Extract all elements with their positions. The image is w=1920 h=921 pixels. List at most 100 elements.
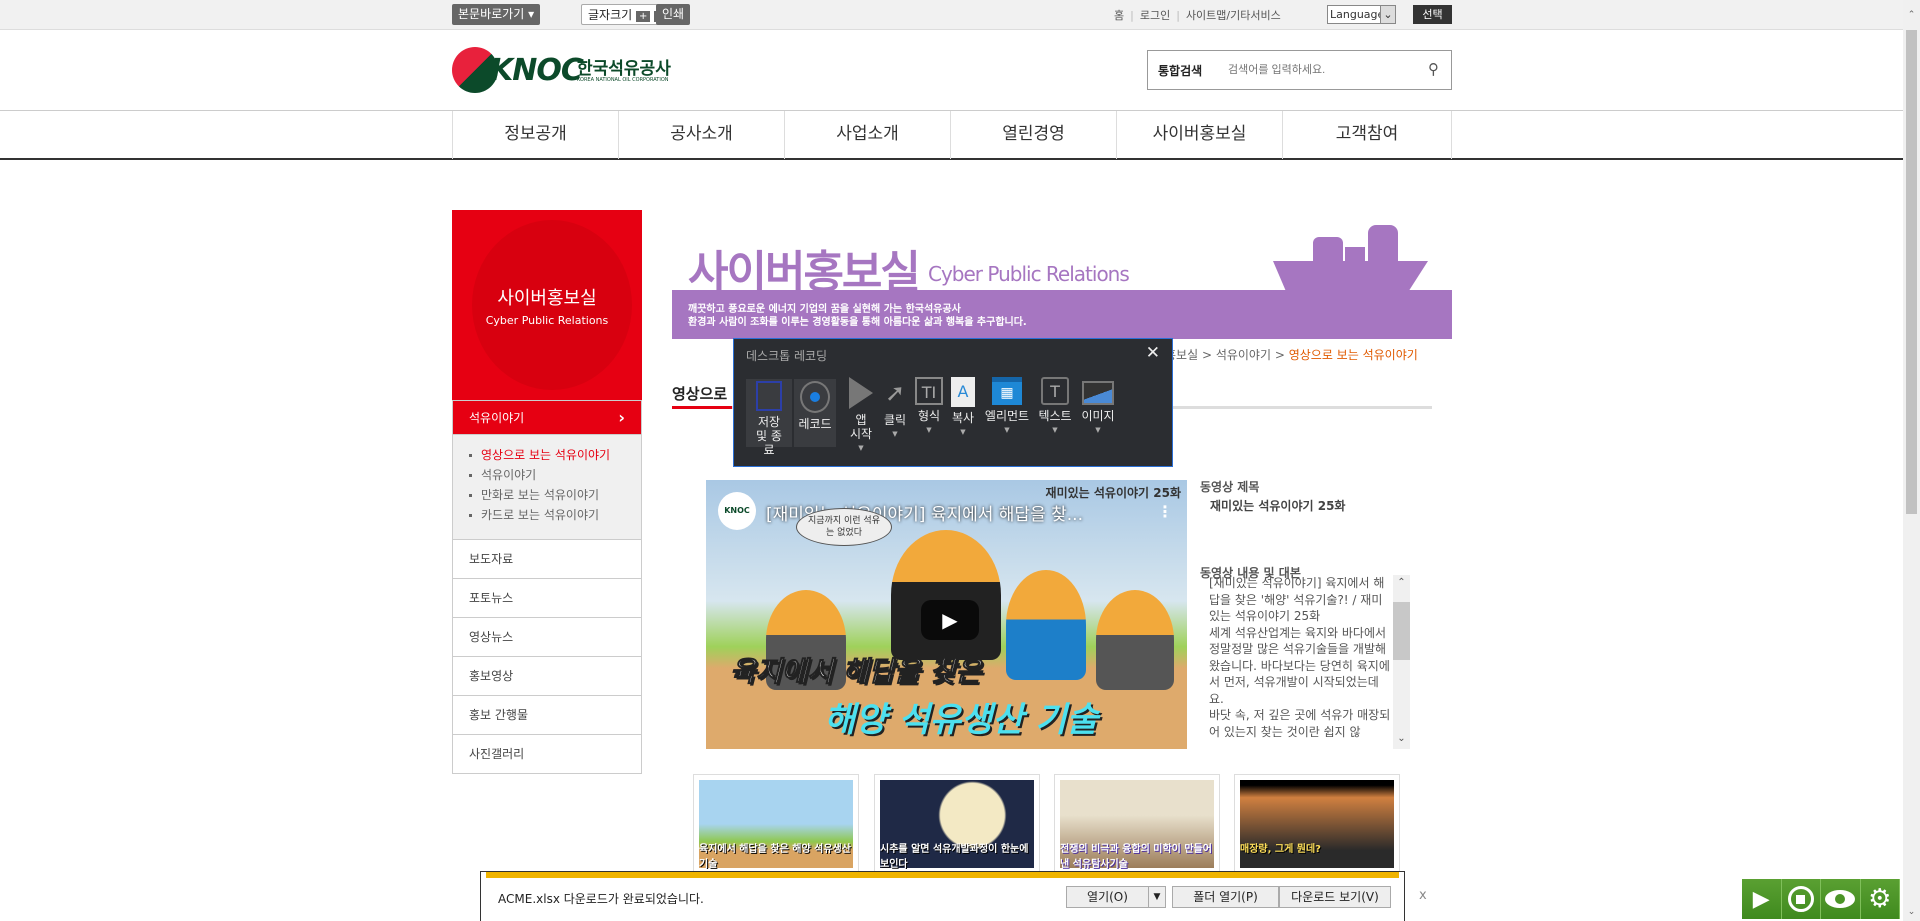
nav-management[interactable]: 열린경영 (950, 111, 1116, 159)
channel-logo[interactable]: KNOC (718, 492, 756, 530)
page-scrollbar-thumb[interactable] (1906, 30, 1917, 514)
submenu-comic-story[interactable]: 만화로 보는 석유이야기 (467, 485, 641, 505)
ship-icon (1273, 225, 1428, 290)
stop-icon (1787, 886, 1814, 912)
record-button[interactable]: 레코드 (794, 379, 836, 447)
open-options-dropdown[interactable]: ▼ (1148, 886, 1166, 908)
thumbnail-caption: 육지에서 해답을 찾은 해양 석유생산 기술 (699, 780, 853, 870)
banner-title-en: Cyber Public Relations (928, 262, 1130, 286)
search-label: 통합검색 (1158, 64, 1203, 78)
scrollbar-thumb[interactable] (1393, 601, 1410, 660)
text-format-icon: TI (915, 377, 943, 405)
format-tool-button[interactable]: TI 형식 ▼ (914, 377, 944, 437)
copy-tool-button[interactable]: A 복사 ▼ (948, 377, 978, 439)
sidebar-item-gallery[interactable]: 사진갤러리 (452, 735, 642, 774)
settings-button[interactable]: ⚙ (1860, 879, 1900, 919)
logo-korean: 한국석유공사 (577, 59, 671, 79)
search-input[interactable] (1228, 59, 1408, 81)
cursor-click-icon: ➚ (884, 379, 906, 407)
more-options-icon[interactable]: ⋮ (1157, 502, 1173, 521)
open-folder-button[interactable]: 폴더 열기(P) (1172, 886, 1279, 908)
sitemap-link[interactable]: 사이트맵/기타서비스 (1186, 9, 1281, 22)
banner-line-1: 깨끗하고 풍요로운 에너지 기업의 꿈을 실현해 가는 한국석유공사 (688, 304, 961, 315)
close-icon[interactable]: ✕ (1146, 343, 1160, 363)
sidebar-item-publications[interactable]: 홍보 간행물 (452, 696, 642, 735)
utility-bar: 본문바로가기 ▾ 글자크기 + − 인쇄 홈|로그인|사이트맵/기타서비스 La… (0, 0, 1903, 30)
video-player[interactable]: KNOC [재미있는 석유이야기] 육지에서 해답을 찾... ⋮ 재미있는 석… (706, 480, 1187, 749)
search-icon[interactable]: ⚲ (1428, 60, 1439, 78)
font-size-label: 글자크기 (588, 8, 633, 22)
app-start-button[interactable]: 앱 시작 ▼ (846, 377, 876, 455)
sidebar-item-press[interactable]: 보도자료 (452, 540, 642, 579)
text-tool-button[interactable]: T 텍스트 ▼ (1036, 377, 1074, 437)
login-link[interactable]: 로그인 (1140, 9, 1170, 22)
nav-business[interactable]: 사업소개 (784, 111, 950, 159)
tool-label: 앱 시작 (849, 413, 873, 441)
play-icon (849, 377, 873, 409)
language-value: Language (1330, 8, 1385, 21)
page-heading: 영상으로 (672, 385, 728, 403)
tool-label: 클릭 (883, 413, 907, 427)
banner-band: 깨끗하고 풍요로운 에너지 기업의 꿈을 실현해 가는 한국석유공사 환경과 사… (672, 290, 1452, 339)
language-submit-button[interactable]: 선택 (1413, 5, 1452, 24)
tool-label: 이미지 (1081, 409, 1115, 423)
site-header: KNOC 한국석유공사 KOREA NATIONAL OIL CORPORATI… (452, 30, 1452, 110)
sidebar-item-photo-news[interactable]: 포토뉴스 (452, 579, 642, 618)
text-insert-icon: T (1041, 377, 1069, 405)
submenu-story[interactable]: 석유이야기 (467, 465, 641, 485)
language-select[interactable]: Language ⌄ (1327, 5, 1396, 24)
font-increase-button[interactable]: + (636, 11, 651, 22)
save-and-exit-button[interactable]: 저장 및 종료 (746, 379, 792, 457)
preview-button[interactable] (1821, 879, 1861, 919)
video-description-box[interactable]: [재미있는 석유이야기] 육지에서 해답을 찾은 '해양' 석유기술?! / 재… (1205, 575, 1410, 749)
submenu-card-story[interactable]: 카드로 보는 석유이야기 (467, 505, 641, 525)
logo[interactable]: KNOC 한국석유공사 KOREA NATIONAL OIL CORPORATI… (452, 47, 692, 97)
video-thumbnail[interactable]: 전쟁의 비극과 융합의 미학이 만들어낸 석유탐사기술 (1054, 774, 1220, 874)
sidebar-item-pr-video[interactable]: 홍보영상 (452, 657, 642, 696)
recorder-title: 데스크톱 레코딩 (746, 349, 828, 363)
print-button[interactable]: 인쇄 (656, 4, 691, 25)
thumbnail-caption: 매장량, 그게 뭔데? (1240, 780, 1394, 868)
download-notification-bar: ACME.xlsx 다운로드가 완료되었습니다. 열기(O) ▼ 폴더 열기(P… (480, 871, 1427, 921)
video-caption-1: 육지에서 해답을 찾은 (729, 655, 982, 689)
nav-about[interactable]: 공사소개 (618, 111, 784, 159)
tool-label: 레코드 (798, 417, 832, 431)
page-scrollbar[interactable]: ⌃ ⌄ (1903, 0, 1920, 921)
download-message: ACME.xlsx 다운로드가 완료되었습니다. (498, 892, 704, 906)
automation-controls: ▶ ⚙ (1742, 879, 1900, 919)
home-link[interactable]: 홈 (1114, 9, 1124, 22)
breadcrumb-item[interactable]: 석유이야기 (1216, 348, 1271, 362)
eye-icon (1825, 890, 1856, 908)
play-button[interactable]: ▶ (921, 600, 979, 640)
logo-text: KNOC (490, 53, 583, 88)
heading-underline (672, 406, 732, 409)
image-tool-button[interactable]: 이미지 ▼ (1080, 377, 1116, 437)
character-illustration (1096, 590, 1174, 690)
top-links: 홈 | 로그인 | 사이트맵/기타서비스 (1114, 9, 1281, 22)
sidebar-submenu: 영상으로 보는 석유이야기 석유이야기 만화로 보는 석유이야기 카드로 보는 … (452, 435, 642, 540)
description-scrollbar[interactable]: ⌃ ⌄ (1393, 575, 1410, 749)
video-thumbnail[interactable]: 육지에서 해답을 찾은 해양 석유생산 기술 (693, 774, 859, 874)
sidebar-item-video-news[interactable]: 영상뉴스 (452, 618, 642, 657)
click-tool-button[interactable]: ➚ 클릭 ▼ (880, 377, 910, 441)
nav-info[interactable]: 정보공개 (452, 111, 618, 159)
close-download-bar-button[interactable]: x (1419, 888, 1427, 903)
skip-to-content-button[interactable]: 본문바로가기 ▾ (452, 4, 541, 25)
view-downloads-button[interactable]: 다운로드 보기(V) (1279, 886, 1391, 908)
video-title-value: 재미있는 석유이야기 25화 (1210, 499, 1346, 513)
sidebar-item-petroleum-story[interactable]: 석유이야기 › (452, 400, 642, 435)
open-file-button[interactable]: 열기(O) (1066, 886, 1149, 908)
video-thumbnail[interactable]: 시추를 알면 석유개발과정이 한눈에 보인다 (874, 774, 1040, 874)
character-illustration (1006, 570, 1086, 680)
nav-cyber-pr[interactable]: 사이버홍보실 (1116, 111, 1282, 159)
nav-customer[interactable]: 고객참여 (1282, 111, 1452, 159)
video-title-label: 동영상 제목 (1200, 480, 1260, 494)
chevron-right-icon: › (618, 408, 625, 427)
sidebar-active-label: 석유이야기 (469, 411, 525, 425)
video-description: [재미있는 석유이야기] 육지에서 해답을 찾은 '해양' 석유기술?! / 재… (1209, 576, 1391, 739)
video-thumbnail[interactable]: 매장량, 그게 뭔데? (1234, 774, 1400, 874)
stop-button[interactable] (1781, 879, 1821, 919)
element-tool-button[interactable]: ▦ 엘리먼트 ▼ (984, 377, 1030, 437)
play-button[interactable]: ▶ (1742, 879, 1782, 919)
submenu-video-story[interactable]: 영상으로 보는 석유이야기 (467, 445, 641, 465)
